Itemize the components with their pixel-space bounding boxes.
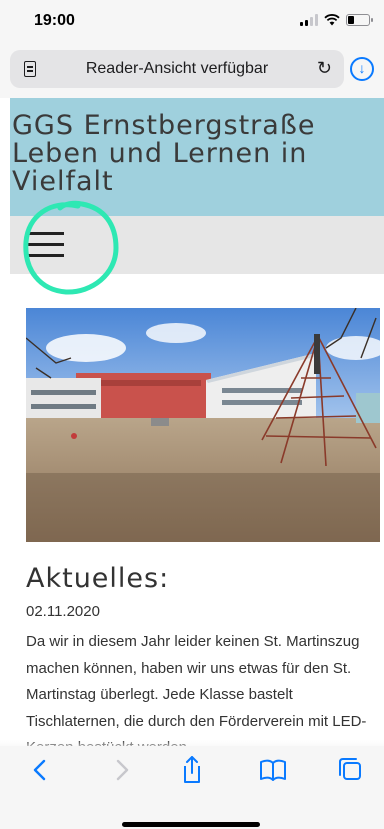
news-heading: Aktuelles: [26,563,170,594]
battery-icon [346,14,373,26]
chevron-right-icon[interactable] [102,754,142,786]
home-indicator [122,822,260,827]
tabs-icon[interactable] [330,754,370,786]
reload-icon[interactable]: ↻ [317,58,332,79]
chevron-left-icon[interactable] [20,754,60,786]
safari-toolbar [0,746,384,829]
address-area: Reader-Ansicht verfügbar ↻ ↓ [0,42,384,98]
share-icon[interactable] [172,754,212,786]
site-title[interactable]: GGS Ernstbergstraße Leben und Lernen in … [12,112,315,196]
wifi-icon [324,14,340,26]
status-time: 19:00 [34,12,75,29]
book-icon[interactable] [253,754,293,786]
site-header: GGS Ernstbergstraße Leben und Lernen in … [10,98,384,216]
hamburger-menu-icon[interactable] [26,232,64,258]
site-title-line-1: GGS Ernstbergstraße [12,110,316,141]
news-date: 02.11.2020 [26,603,100,620]
menu-bar [10,216,384,274]
site-title-line-3: Vielfalt [12,166,114,197]
status-icons [300,14,373,26]
address-text[interactable]: Reader-Ansicht verfügbar [10,60,344,78]
status-bar: 19:00 [0,0,384,42]
cellular-signal-icon [300,14,318,26]
schoolyard-photo [26,308,380,542]
download-icon[interactable]: ↓ [350,57,374,81]
site-title-line-2: Leben und Lernen in [12,138,308,169]
address-bar[interactable]: Reader-Ansicht verfügbar ↻ [10,50,344,88]
